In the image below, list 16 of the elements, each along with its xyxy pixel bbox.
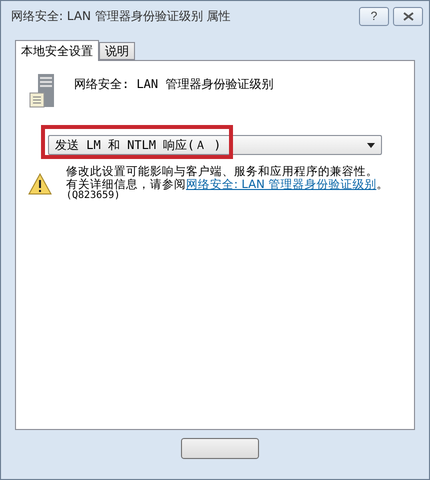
policy-name: 网络安全: LAN 管理器身份验证级别 [74,76,274,93]
kb-reference: (Q823659) [66,190,122,202]
warning-text: 修改此设置可能影响与客户端、服务和应用程序的兼容性。 [66,165,379,178]
help-button[interactable]: ? [359,6,389,26]
warning-icon [28,173,52,195]
authentication-level-dropdown[interactable]: 发送 LM 和 NTLM 响应(Ａ ) [48,135,382,155]
close-button[interactable] [393,6,423,26]
policy-link[interactable]: 网络安全: LAN 管理器身份验证级别 [186,178,376,190]
dialog-button[interactable] [181,438,259,459]
tab[interactable]: 说明 [99,42,135,60]
window-title: 网络安全: LAN 管理器身份验证级别 属性 [11,8,232,24]
dropdown-caret-icon [367,142,375,148]
tab[interactable]: 本地安全设置 [15,40,99,61]
warning-text: 。 [376,178,388,190]
close-icon [402,12,414,20]
warning-text: 有关详细信息，请参阅 [66,178,186,190]
